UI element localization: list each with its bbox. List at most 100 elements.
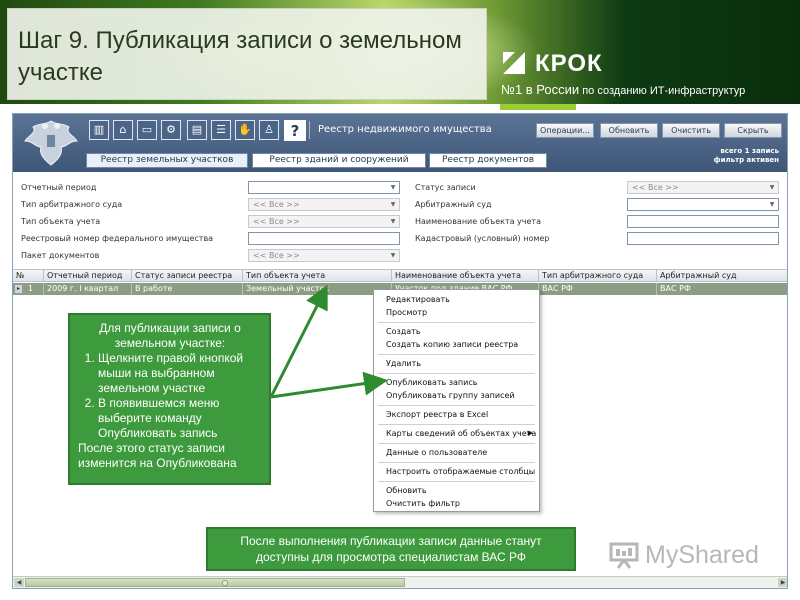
- hide-button[interactable]: Скрыть: [724, 123, 782, 138]
- menu-item-configure-columns[interactable]: Настроить отображаемые столбцы: [386, 466, 535, 477]
- menu-item-publish-record[interactable]: Опубликовать запись: [386, 377, 477, 388]
- submenu-arrow-icon: ▶: [527, 429, 533, 437]
- filter-status: фильтр активен: [713, 156, 779, 164]
- chevron-down-icon[interactable]: ▼: [767, 183, 777, 192]
- menu-separator: [378, 462, 535, 463]
- scrollbar-thumb[interactable]: [25, 578, 405, 587]
- chevron-down-icon[interactable]: ▼: [388, 200, 398, 209]
- menu-separator: [378, 405, 535, 406]
- table-header: № Отчетный период Статус записи реестра …: [13, 269, 787, 282]
- menu-separator: [378, 481, 535, 482]
- filter-label-object-name: Наименование объекта учета: [415, 217, 541, 226]
- brand-accent-bar: [500, 104, 576, 110]
- menu-item-refresh[interactable]: Обновить: [386, 485, 427, 496]
- filter-label-court-type: Тип арбитражного суда: [21, 200, 123, 209]
- object-type-value: << Все >>: [253, 217, 300, 226]
- instruction-step: Щелкните правой кнопкой мыши на выбранно…: [98, 351, 262, 396]
- instructions-intro: Для публикации записи о земельном участк…: [99, 321, 241, 350]
- column-header-status[interactable]: Статус записи реестра: [131, 270, 242, 282]
- chevron-down-icon[interactable]: ▼: [388, 217, 398, 226]
- row-expand-icon[interactable]: ▸: [14, 284, 23, 294]
- result-callout: После выполнения публикации записи данны…: [206, 527, 576, 571]
- brand-tagline-rest: по созданию ИТ-инфраструктур: [579, 85, 746, 97]
- monitor-icon[interactable]: ▭: [137, 120, 157, 140]
- record-count: всего 1 запись: [720, 147, 779, 155]
- filter-label-document-package: Пакет документов: [21, 251, 100, 260]
- menu-item-delete[interactable]: Удалить: [386, 358, 421, 369]
- slide: Шаг 9. Публикация записи о земельном уча…: [0, 0, 800, 600]
- tractor-icon[interactable]: ⚙: [161, 120, 181, 140]
- document-icon[interactable]: ▤: [187, 120, 207, 140]
- filter-label-cadastral-number: Кадастровый (условный) номер: [415, 234, 550, 243]
- presentation-icon: [609, 542, 639, 569]
- chevron-down-icon[interactable]: ▼: [767, 200, 777, 209]
- brand-tagline-lead: №1 в России: [501, 82, 580, 97]
- menu-separator: [378, 443, 535, 444]
- operations-button[interactable]: Операции...: [536, 123, 594, 138]
- column-header-court-type[interactable]: Тип арбитражного суда: [538, 270, 656, 282]
- krok-logo-icon: [503, 52, 525, 74]
- court-type-value: << Все >>: [253, 200, 300, 209]
- menu-item-view[interactable]: Просмотр: [386, 307, 427, 318]
- brand-tagline: №1 в России по созданию ИТ-инфраструктур: [501, 82, 745, 97]
- record-status-value: << Все >>: [632, 183, 679, 192]
- brand-logo: КРОК №1 в России по созданию ИТ-инфрастр…: [497, 42, 787, 102]
- refresh-button[interactable]: Обновить: [600, 123, 658, 138]
- horizontal-scrollbar[interactable]: ◀ ▶: [13, 576, 787, 588]
- slide-title: Шаг 9. Публикация записи о земельном уча…: [18, 27, 462, 86]
- menu-separator: [378, 373, 535, 374]
- cadastral-number-input[interactable]: [627, 232, 779, 245]
- object-name-input[interactable]: [627, 215, 779, 228]
- menu-item-user-data[interactable]: Данные о пользователе: [386, 447, 487, 458]
- scroll-left-icon[interactable]: ◀: [14, 578, 24, 587]
- person-icon[interactable]: ♙: [259, 120, 279, 140]
- instructions-callout: Для публикации записи о земельном участк…: [68, 313, 271, 485]
- column-header-period[interactable]: Отчетный период: [43, 270, 131, 282]
- court-type-select[interactable]: << Все >> ▼: [248, 198, 400, 211]
- column-header-court[interactable]: Арбитражный суд: [656, 270, 787, 282]
- document-package-select[interactable]: << Все >> ▼: [248, 249, 400, 262]
- period-select[interactable]: ▼: [248, 181, 400, 194]
- table-cell: 1: [28, 284, 34, 293]
- menu-item-edit[interactable]: Редактировать: [386, 294, 450, 305]
- tab-land-registry[interactable]: Реестр земельных участков: [86, 153, 248, 168]
- registry-number-input[interactable]: [248, 232, 400, 245]
- context-menu: Редактировать Просмотр Создать Создать к…: [373, 289, 540, 512]
- menu-item-clear-filter[interactable]: Очистить фильтр: [386, 498, 460, 509]
- instructions-outro: После этого статус записи изменится на О…: [78, 441, 237, 470]
- clear-button[interactable]: Очистить: [662, 123, 720, 138]
- chevron-down-icon[interactable]: ▼: [388, 183, 398, 192]
- tab-buildings-registry[interactable]: Реестр зданий и сооружений: [252, 153, 426, 168]
- record-status: всего 1 запись фильтр активен: [714, 147, 779, 165]
- menu-item-export-excel[interactable]: Экспорт реестра в Excel: [386, 409, 488, 420]
- table-cell: ВАС РФ: [656, 283, 787, 295]
- menu-separator: [378, 354, 535, 355]
- list-icon[interactable]: ☰: [211, 120, 231, 140]
- table-cell: Земельный участок: [242, 283, 391, 295]
- building-icon[interactable]: ▥: [89, 120, 109, 140]
- scroll-right-icon[interactable]: ▶: [778, 578, 787, 587]
- menu-item-create-copy[interactable]: Создать копию записи реестра: [386, 339, 518, 350]
- app-title: Реестр недвижимого имущества: [309, 121, 535, 139]
- menu-item-object-cards[interactable]: Карты сведений об объектах учета: [386, 428, 536, 439]
- record-status-select[interactable]: << Все >> ▼: [627, 181, 779, 194]
- chevron-down-icon[interactable]: ▼: [388, 251, 398, 260]
- table-cell: В работе: [131, 283, 242, 295]
- slide-title-box: Шаг 9. Публикация записи о земельном уча…: [7, 8, 487, 100]
- help-icon[interactable]: ?: [284, 120, 306, 141]
- filter-label-registry-number: Реестровый номер федерального имущества: [21, 234, 214, 243]
- menu-item-create[interactable]: Создать: [386, 326, 421, 337]
- column-header-object-type[interactable]: Тип объекта учета: [242, 270, 391, 282]
- tab-documents-registry[interactable]: Реестр документов: [429, 153, 547, 168]
- menu-item-publish-group[interactable]: Опубликовать группу записей: [386, 390, 515, 401]
- instruction-step: В появившемся меню выберите команду Опуб…: [98, 396, 262, 441]
- column-header-object-name[interactable]: Наименование объекта учета: [391, 270, 538, 282]
- court-select[interactable]: ▼: [627, 198, 779, 211]
- house-icon[interactable]: ⌂: [113, 120, 133, 140]
- column-header-number[interactable]: №: [13, 270, 43, 282]
- scrollbar-grip-icon: [222, 580, 228, 586]
- filter-label-object-type: Тип объекта учета: [21, 217, 101, 226]
- object-type-select[interactable]: << Все >> ▼: [248, 215, 400, 228]
- hand-icon[interactable]: ✋: [235, 120, 255, 140]
- menu-separator: [378, 424, 535, 425]
